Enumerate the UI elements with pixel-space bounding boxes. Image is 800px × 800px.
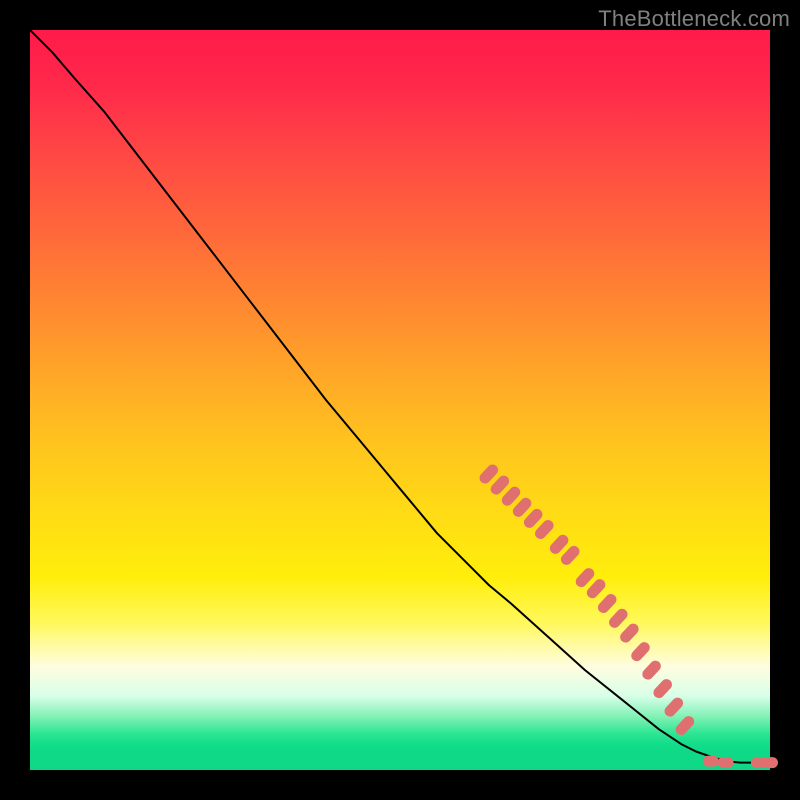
markers-group xyxy=(477,462,778,768)
plot-area xyxy=(30,30,770,770)
data-marker xyxy=(618,621,641,645)
data-marker xyxy=(673,714,696,738)
data-marker xyxy=(651,677,674,701)
chart-svg xyxy=(30,30,770,770)
chart-frame: TheBottleneck.com xyxy=(0,0,800,800)
data-marker xyxy=(640,658,663,682)
data-marker xyxy=(629,640,652,664)
data-marker xyxy=(703,756,719,767)
data-marker xyxy=(596,592,619,616)
watermark-label: TheBottleneck.com xyxy=(598,6,790,32)
data-marker xyxy=(762,757,778,768)
curve-line xyxy=(30,30,770,763)
data-marker xyxy=(718,757,734,768)
data-marker xyxy=(662,695,685,719)
data-marker xyxy=(607,607,630,631)
